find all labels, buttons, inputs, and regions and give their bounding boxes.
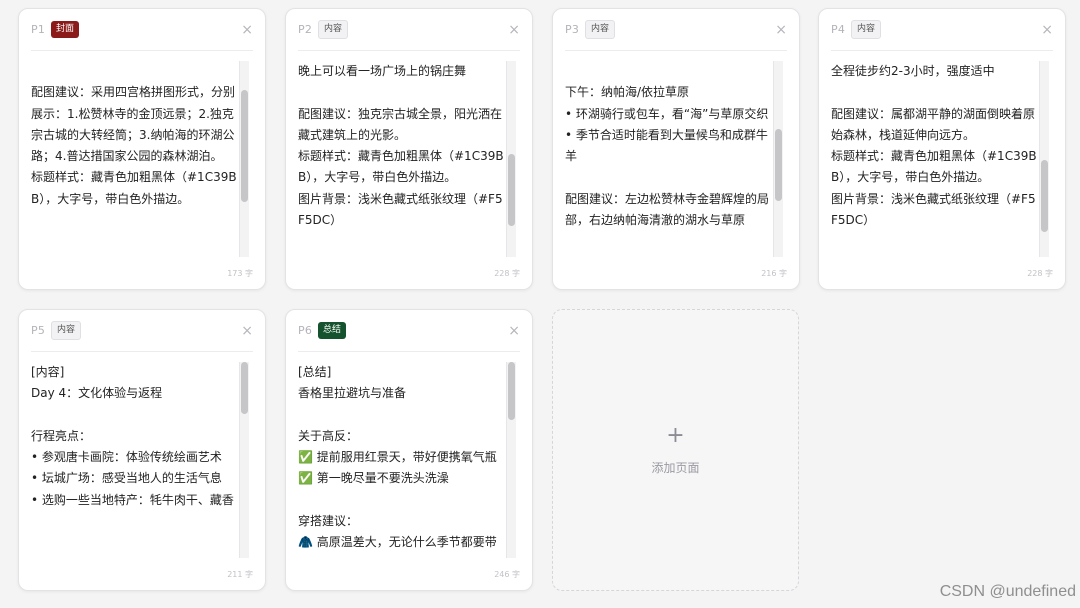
char-count: 216 字 bbox=[761, 269, 787, 278]
page-type-badge: 内容 bbox=[585, 20, 616, 39]
add-page-label: 添加页面 bbox=[651, 460, 700, 475]
page-card[interactable]: P3 内容 × 下午：纳帕海/依拉草原 • 环湖骑行或包车，看“海”与草原交织 … bbox=[552, 8, 800, 290]
page-content-textarea[interactable]: [内容] Day 4：文化体验与返程 行程亮点： • 参观唐卡画院：体验传统绘画… bbox=[31, 362, 239, 558]
page-number: P6 bbox=[298, 324, 313, 337]
page-content-textarea[interactable]: 下午：纳帕海/依拉草原 • 环湖骑行或包车，看“海”与草原交织 • 季节合适时能… bbox=[565, 61, 773, 257]
page-type-badge: 总结 bbox=[318, 322, 347, 339]
scrollbar-thumb[interactable] bbox=[241, 362, 248, 414]
char-count: 173 字 bbox=[227, 269, 253, 278]
scrollbar[interactable] bbox=[1039, 61, 1049, 257]
scrollbar-thumb[interactable] bbox=[508, 154, 515, 226]
scrollbar[interactable] bbox=[239, 362, 249, 558]
page-content-textarea[interactable]: 配图建议：采用四宫格拼图形式，分别展示：1.松赞林寺的金顶远景；2.独克宗古城的… bbox=[31, 61, 239, 257]
page-card[interactable]: P1 封面 × 配图建议：采用四宫格拼图形式，分别展示：1.松赞林寺的金顶远景；… bbox=[18, 8, 266, 290]
plus-icon: + bbox=[666, 422, 685, 448]
page-card[interactable]: P4 内容 × 全程徒步约2-3小时，强度适中 配图建议：属都湖平静的湖面倒映着… bbox=[818, 8, 1066, 290]
scrollbar[interactable] bbox=[506, 61, 516, 257]
scrollbar-thumb[interactable] bbox=[508, 362, 515, 420]
scrollbar-thumb[interactable] bbox=[241, 90, 248, 202]
page-content-textarea[interactable]: 全程徒步约2-3小时，强度适中 配图建议：属都湖平静的湖面倒映着原始森林，栈道延… bbox=[831, 61, 1039, 257]
page-number: P2 bbox=[298, 23, 313, 36]
char-count: 246 字 bbox=[494, 570, 520, 579]
add-page-button[interactable]: + 添加页面 bbox=[552, 309, 799, 591]
scrollbar[interactable] bbox=[506, 362, 516, 558]
page-type-badge: 内容 bbox=[318, 20, 349, 39]
close-icon[interactable]: × bbox=[508, 23, 520, 37]
char-count: 228 字 bbox=[1027, 269, 1053, 278]
card-header: P3 内容 × bbox=[565, 9, 787, 51]
scrollbar[interactable] bbox=[773, 61, 783, 257]
card-header: P1 封面 × bbox=[31, 9, 253, 51]
page-card[interactable]: P5 内容 × [内容] Day 4：文化体验与返程 行程亮点： • 参观唐卡画… bbox=[18, 309, 266, 591]
char-count: 211 字 bbox=[227, 570, 253, 579]
card-header: P5 内容 × bbox=[31, 310, 253, 352]
page-content-textarea[interactable]: [总结] 香格里拉避坑与准备 关于高反： ✅ 提前服用红景天，带好便携氧气瓶 ✅… bbox=[298, 362, 506, 558]
page-type-badge: 内容 bbox=[851, 20, 882, 39]
close-icon[interactable]: × bbox=[241, 324, 253, 338]
close-icon[interactable]: × bbox=[775, 23, 787, 37]
page-number: P5 bbox=[31, 324, 46, 337]
page-content-textarea[interactable]: 晚上可以看一场广场上的锅庄舞 配图建议：独克宗古城全景，阳光洒在藏式建筑上的光影… bbox=[298, 61, 506, 257]
page-type-badge: 封面 bbox=[51, 21, 80, 38]
scrollbar-thumb[interactable] bbox=[1041, 160, 1048, 232]
page-number: P1 bbox=[31, 23, 46, 36]
card-header: P6 总结 × bbox=[298, 310, 520, 352]
card-header: P4 内容 × bbox=[831, 9, 1053, 51]
card-header: P2 内容 × bbox=[298, 9, 520, 51]
close-icon[interactable]: × bbox=[241, 23, 253, 37]
page-number: P3 bbox=[565, 23, 580, 36]
page-type-badge: 内容 bbox=[51, 321, 82, 340]
page-card[interactable]: P6 总结 × [总结] 香格里拉避坑与准备 关于高反： ✅ 提前服用红景天，带… bbox=[285, 309, 533, 591]
page-card[interactable]: P2 内容 × 晚上可以看一场广场上的锅庄舞 配图建议：独克宗古城全景，阳光洒在… bbox=[285, 8, 533, 290]
scrollbar[interactable] bbox=[239, 61, 249, 257]
char-count: 228 字 bbox=[494, 269, 520, 278]
close-icon[interactable]: × bbox=[508, 324, 520, 338]
watermark: CSDN @undefined bbox=[939, 583, 1076, 600]
close-icon[interactable]: × bbox=[1041, 23, 1053, 37]
scrollbar-thumb[interactable] bbox=[775, 129, 782, 201]
page-number: P4 bbox=[831, 23, 846, 36]
